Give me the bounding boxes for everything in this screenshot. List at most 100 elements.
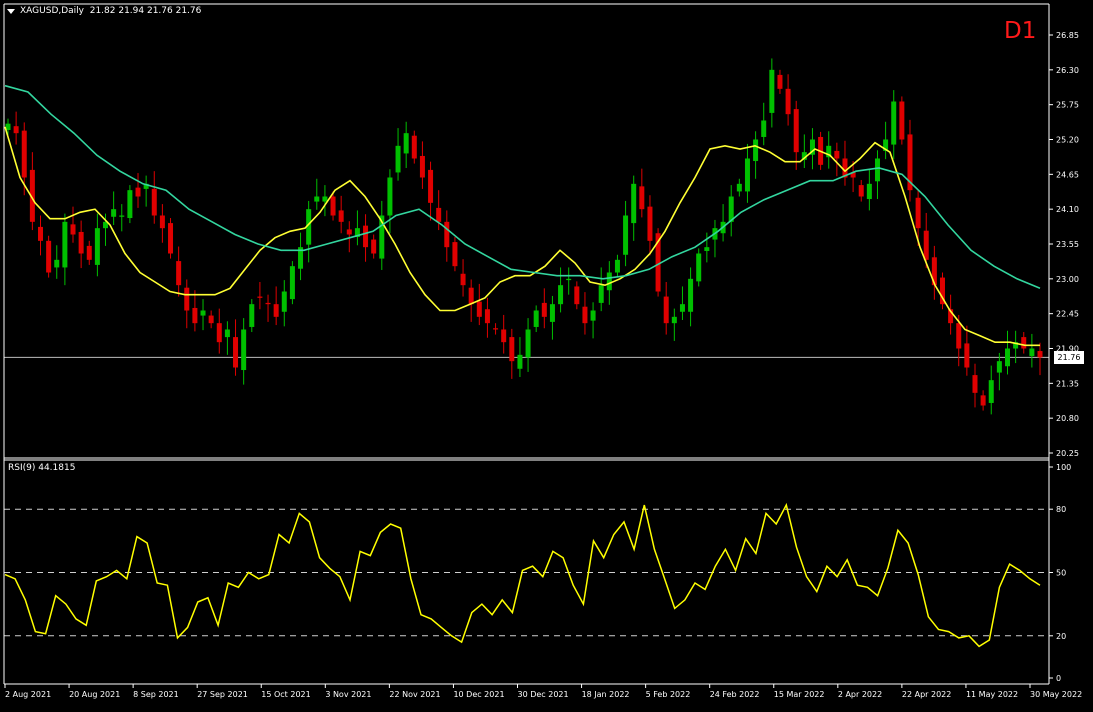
ma-slow-line [4,84,1041,290]
candle-body [387,177,393,216]
candle-body [184,287,190,311]
time-tick-label: 20 Aug 2021 [69,690,120,699]
candle-body [119,215,125,217]
candle-body [38,226,44,241]
candle-body [631,183,637,224]
candle-body [704,247,710,251]
candle-body [159,215,165,229]
candle-body [915,197,921,229]
price-tick-label: 23.00 [1056,275,1079,284]
timeframe-badge: D1 [1004,18,1037,44]
ma-fast-line [4,126,1040,347]
rsi-label: RSI(9) 44.1815 [8,463,76,473]
price-tick-label: 20.80 [1056,414,1079,423]
time-tick-label: 3 Nov 2021 [325,690,371,699]
time-tick-label: 30 Dec 2021 [518,690,569,699]
candle-body [899,101,905,140]
candle-body [476,301,482,317]
candle-body [671,316,677,324]
candle-body [200,310,206,316]
price-tick-label: 22.45 [1056,310,1079,319]
candle-body [111,209,117,217]
candle-body [1037,351,1043,358]
candle-body [395,145,401,173]
candle-body [834,150,840,159]
candle-body [996,361,1002,373]
candle-body [273,304,279,317]
candle-body [988,380,994,403]
candle-body [21,130,27,178]
rsi-tick-label: 0 [1056,674,1061,683]
candle-body [614,259,620,273]
candle-body [86,245,92,260]
candle-body [980,395,986,406]
candle-body [549,304,555,322]
symbol-info: XAGUSD,Daily 21.82 21.94 21.76 21.76 [20,6,202,16]
chart-canvas: 26.85 26.30 25.75 25.20 24.65 24.10 23.55 23.00… [3,3,1082,699]
candle-body [135,187,141,197]
candle-body [192,307,198,324]
time-tick-label: 15 Oct 2021 [261,690,310,699]
candle-body [314,196,320,202]
candle-body [54,259,60,268]
candle-body [216,323,222,343]
price-tick-label: 25.75 [1056,101,1079,110]
candle-body [696,253,702,282]
candle-body [241,329,247,371]
candle-body [956,323,962,349]
chart-root: 26.85 26.30 25.75 25.20 24.65 24.10 23.55 23.00… [0,0,1093,708]
candle-body [761,120,767,137]
candle-body [623,215,629,255]
candle-body [606,272,612,291]
candle-body [647,206,653,241]
candle-body [322,196,328,202]
price-tick-label: 26.85 [1056,31,1079,40]
candle-body [558,285,564,305]
candle-body [1004,348,1010,367]
candle-body [639,186,645,210]
candle-body [923,230,929,260]
rsi-line [4,502,1041,648]
candle-body [224,329,230,338]
time-tick-label: 18 Jan 2022 [582,690,630,699]
candle-body [444,221,450,248]
candle-body [874,158,880,182]
candle-body [176,261,182,286]
candle-body [891,101,897,145]
candle-body [598,285,604,303]
candle-body [70,224,76,235]
price-tick-label: 20.25 [1056,449,1079,458]
candle-body [501,329,507,343]
candle-body [679,304,685,312]
candle-body [436,207,442,222]
candle-body [736,183,742,192]
candle-body [78,231,84,254]
candle-body [363,225,369,248]
time-tick-label: 5 Feb 2022 [646,690,691,699]
candle-body [411,135,417,159]
candle-body [509,337,515,362]
candle-body [1029,348,1035,357]
candle-body [208,315,214,324]
candle-body [582,306,588,324]
candle-body [289,266,295,300]
candle-body [468,287,474,305]
candle-body [281,291,287,312]
candle-body [753,139,759,162]
candle-body [533,310,539,327]
rsi-tick-label: 50 [1056,569,1066,578]
candle-body [793,109,799,153]
time-tick-label: 15 Mar 2022 [774,690,825,699]
candle-body [346,229,352,235]
candle-body [663,296,669,324]
candle-body [371,239,377,254]
current-price-tag: 21.76 [1054,351,1084,364]
candle-body [525,329,531,358]
price-tick-label: 26.30 [1056,66,1079,75]
candle-body [419,155,425,178]
candle-body [452,242,458,267]
price-tick-label: 24.65 [1056,170,1079,179]
symbol-menu-icon[interactable] [7,9,15,14]
price-tick-label: 25.20 [1056,136,1079,145]
time-tick-label: 8 Sep 2021 [133,690,179,699]
